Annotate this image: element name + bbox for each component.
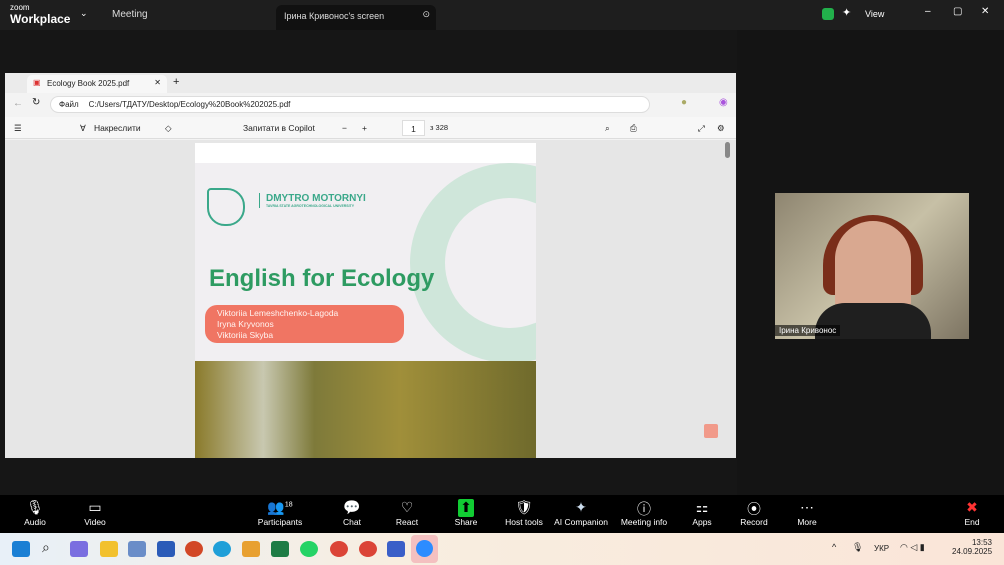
scrollbar[interactable] — [725, 142, 730, 158]
author: Iryna Kryvonos — [217, 319, 274, 329]
chevron-up-icon[interactable]: ^ — [832, 542, 836, 552]
zoom-in-icon[interactable]: + — [362, 123, 367, 133]
minimize-button[interactable]: – — [925, 6, 931, 17]
draw-button[interactable]: Накреслити — [94, 123, 141, 133]
more-button[interactable]: ⋯ More — [772, 499, 842, 527]
app-icon[interactable] — [128, 541, 146, 557]
network-volume-battery-icons[interactable]: ◠ ◁ ▮ — [900, 542, 925, 553]
participants-icon: 👥18 — [267, 499, 293, 515]
start-icon[interactable] — [12, 541, 30, 557]
pdf-viewer[interactable]: DMYTRO MOTORNYI TAVRIA STATE AGROTECHNOLO… — [5, 140, 736, 458]
address-bar[interactable]: Файл C:/Users/ТДАТУ/Desktop/Ecology%20Boo… — [50, 96, 650, 113]
participants-button[interactable]: 👥18 Participants — [245, 499, 315, 527]
sparkle-icon[interactable]: ✦ — [842, 6, 851, 19]
word-icon[interactable] — [157, 541, 175, 557]
video-button[interactable]: ▭ Video — [60, 499, 130, 527]
floppy-icon[interactable] — [387, 541, 405, 557]
excel-icon[interactable] — [271, 541, 289, 557]
language-indicator[interactable]: УКР — [874, 544, 889, 553]
chevron-down-icon[interactable]: ⌄ — [80, 8, 88, 19]
copilot-button[interactable]: Запитати в Copilot — [243, 123, 315, 133]
authors-box: Viktoriia Lemeshchenko-Lagoda Iryna Kryv… — [205, 305, 404, 343]
sparkle-icon: ✦ — [575, 499, 587, 515]
fullscreen-icon[interactable]: ⤢ — [698, 123, 705, 134]
new-tab-icon[interactable]: + — [173, 76, 179, 88]
zoom-taskbar-button[interactable] — [411, 535, 438, 563]
participant-name: Ірина Кривонос — [775, 325, 841, 336]
search-icon[interactable]: ⌕ — [42, 539, 50, 556]
microphone-icon[interactable]: 🎙 — [852, 542, 863, 553]
camera-icon: ▭ — [88, 499, 102, 515]
page-number-input[interactable]: 1 — [402, 120, 425, 136]
browser-tab[interactable]: ▣ Ecology Book 2025.pdf ✕ — [27, 75, 167, 93]
view-button[interactable]: View — [865, 9, 884, 19]
back-icon[interactable]: ← — [13, 98, 23, 109]
ai-companion-button[interactable]: ✦ AI Companion — [546, 499, 616, 527]
end-icon: ✖ — [966, 499, 978, 515]
book-title: English for Ecology — [209, 265, 435, 292]
author: Viktoriia Lemeshchenko-Lagoda — [217, 308, 339, 318]
university-logo-icon — [207, 188, 245, 226]
zoom-title-bar: zoom Workplace ⌄ Meeting Ірина Кривонос'… — [0, 0, 1004, 30]
shield-icon — [822, 8, 834, 20]
url-text: C:/Users/ТДАТУ/Desktop/Ecology%20Book%20… — [88, 100, 291, 109]
search-icon[interactable]: ⌕ — [605, 123, 610, 134]
close-tab-icon[interactable]: ✕ — [154, 78, 161, 87]
profile-icon[interactable]: ● — [681, 97, 687, 108]
university-name: DMYTRO MOTORNYI TAVRIA STATE AGROTECHNOLO… — [259, 193, 366, 208]
settings-icon[interactable]: ⚙ — [717, 123, 725, 134]
share-tab[interactable]: Ірина Кривонос's screen ⊙ — [276, 5, 436, 30]
eraser-icon[interactable]: ◇ — [165, 123, 172, 134]
zoom-logo-small: zoom — [10, 3, 30, 12]
browser-window: ▣ Ecology Book 2025.pdf ✕ + ← ↻ Файл C:/Use… — [5, 73, 736, 458]
author: Viktoriia Skyba — [217, 330, 274, 340]
share-icon: ⬆ — [458, 499, 474, 517]
share-tab-label: Ірина Кривонос's screen — [284, 11, 385, 21]
tab-title: Ecology Book 2025.pdf — [47, 79, 130, 88]
pdf-icon: ▣ — [33, 78, 41, 87]
print-icon[interactable]: ⎙ — [630, 123, 637, 134]
edge-icon[interactable] — [213, 541, 231, 557]
acrobat-icon[interactable] — [704, 424, 718, 438]
maximize-button[interactable]: ▢ — [953, 6, 962, 17]
decorative-arc — [410, 163, 536, 363]
pdf-toolbar: ☰ ∀ Накреслити ◇ Запитати в Copilot − + … — [5, 117, 736, 139]
powerpoint-icon[interactable] — [185, 541, 203, 557]
cover-photo — [195, 361, 536, 458]
participant-video[interactable]: Ірина Кривонос — [775, 193, 969, 339]
chrome-profile-icon[interactable] — [359, 541, 377, 557]
file-explorer-icon[interactable] — [100, 541, 118, 557]
file-label: Файл — [59, 100, 79, 109]
meeting-tab[interactable]: Meeting — [112, 9, 148, 20]
game-icon[interactable] — [242, 541, 260, 557]
zoom-out-icon[interactable]: − — [342, 123, 347, 133]
meeting-controls: 🎙 Audio ▭ Video 👥18 Participants 💬 Chat ♡ Rea… — [0, 495, 1004, 533]
windows-taskbar: ⌕ ^ 🎙 УКР ◠ ◁ ▮ 13:53 24.09.2025 — [0, 533, 1004, 565]
more-icon: ⋯ — [800, 499, 814, 515]
whatsapp-icon[interactable] — [300, 541, 318, 557]
close-button[interactable]: ✕ — [981, 6, 989, 17]
copilot-icon[interactable] — [70, 541, 88, 557]
pdf-page: DMYTRO MOTORNYI TAVRIA STATE AGROTECHNOLO… — [195, 143, 536, 458]
refresh-icon[interactable]: ↻ — [32, 97, 40, 108]
copilot-icon[interactable]: ◉ — [719, 97, 728, 108]
contents-icon[interactable]: ☰ — [14, 123, 22, 134]
page-total: з 328 — [430, 123, 449, 132]
zoom-logo: Workplace — [10, 12, 71, 26]
end-button[interactable]: ✖ End — [937, 499, 1004, 527]
draw-icon: ∀ — [80, 123, 86, 133]
more-options-icon[interactable]: ⊙ — [422, 9, 430, 20]
chrome-icon[interactable] — [330, 541, 348, 557]
clock[interactable]: 13:53 24.09.2025 — [952, 538, 992, 556]
